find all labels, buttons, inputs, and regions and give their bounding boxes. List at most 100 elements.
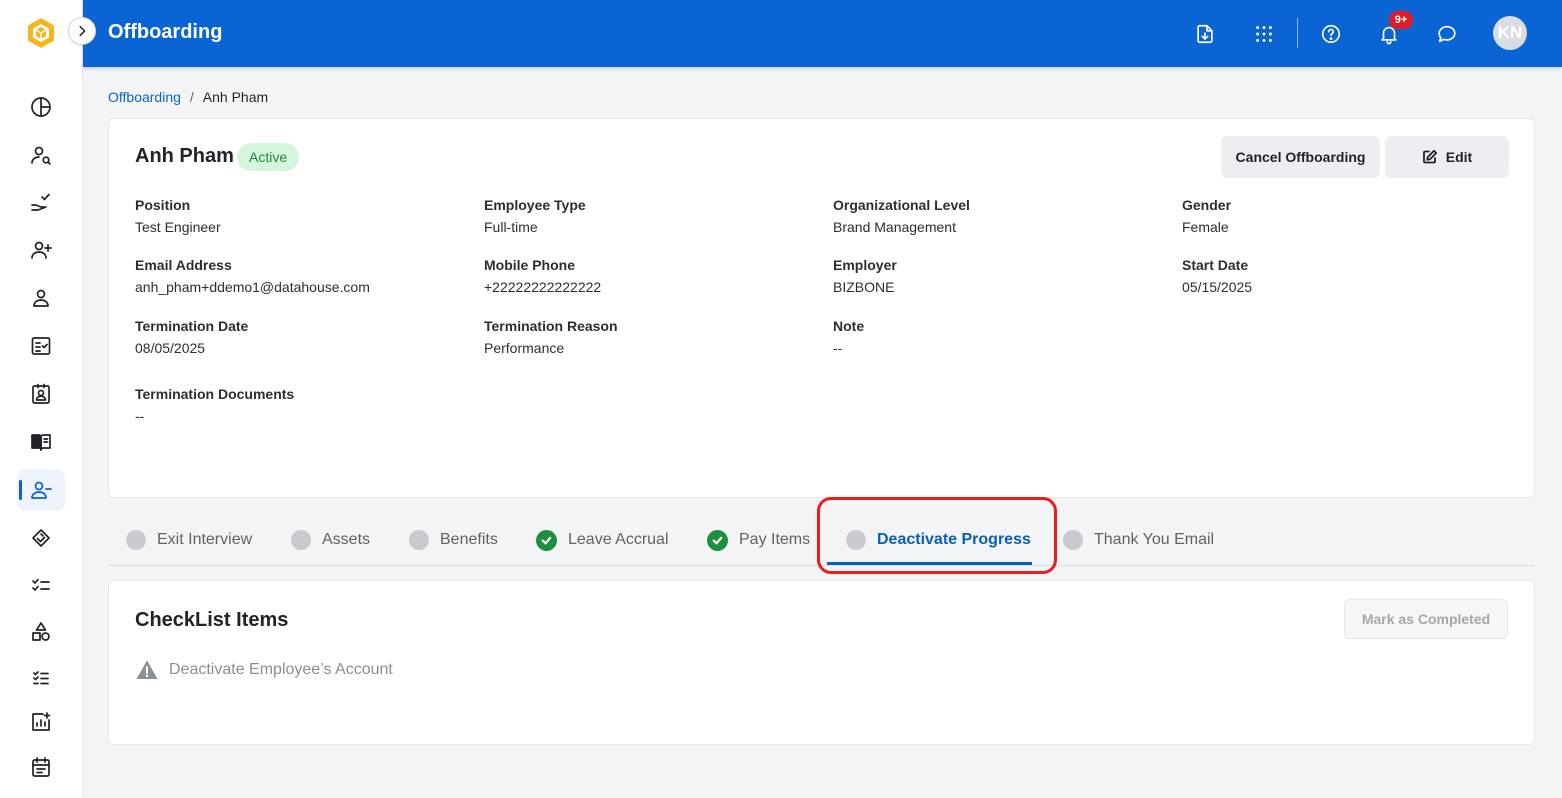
task-list-icon bbox=[33, 671, 49, 685]
field-label: Position bbox=[135, 197, 191, 213]
field-label: Employee Type bbox=[484, 197, 586, 213]
cancel-offboarding-button[interactable]: Cancel Offboarding bbox=[1221, 136, 1380, 178]
breadcrumb-link-offboarding[interactable]: Offboarding bbox=[108, 89, 181, 105]
tab-benefits[interactable]: Benefits bbox=[409, 525, 498, 555]
top-app-bar: Offboarding 9+ KN bbox=[83, 0, 1562, 67]
pending-status-icon bbox=[291, 530, 311, 550]
notification-count-badge: 9+ bbox=[1389, 11, 1413, 29]
tab-pay-items[interactable]: Pay Items bbox=[707, 525, 810, 555]
tab-label: Benefits bbox=[440, 531, 498, 548]
sidebar-item-onboarding[interactable] bbox=[17, 182, 65, 224]
field-organizational-level: Organizational Level Brand Management bbox=[833, 196, 1163, 236]
tab-exit-interview[interactable]: Exit Interview bbox=[126, 525, 252, 555]
id-badge-icon bbox=[32, 383, 50, 404]
pending-status-icon bbox=[409, 530, 429, 550]
sidebar-item-check-list[interactable] bbox=[17, 564, 65, 606]
field-value: Female bbox=[1182, 219, 1229, 235]
field-email-address: Email Address anh_pham+ddemo1@datahouse.… bbox=[135, 256, 465, 296]
employee-name: Anh Pham bbox=[135, 145, 234, 167]
app-logo-icon[interactable] bbox=[24, 16, 58, 50]
sidebar-item-partnership[interactable] bbox=[17, 517, 65, 559]
user-search-icon bbox=[31, 146, 51, 165]
tab-assets[interactable]: Assets bbox=[291, 525, 370, 555]
checklist-card: CheckList Items Mark as Completed Deacti… bbox=[108, 580, 1535, 745]
field-position: Position Test Engineer bbox=[135, 196, 465, 236]
field-value: 05/15/2025 bbox=[1182, 279, 1253, 295]
sidebar-item-user[interactable] bbox=[17, 277, 65, 319]
pending-status-icon bbox=[846, 530, 866, 550]
checklist-item: Deactivate Employee’s Account bbox=[135, 658, 393, 682]
sidebar-item-shapes[interactable] bbox=[17, 611, 65, 653]
edit-icon bbox=[1422, 149, 1437, 164]
field-termination-documents: Termination Documents -- bbox=[135, 385, 465, 425]
book-icon bbox=[31, 434, 51, 451]
pie-chart-icon bbox=[31, 97, 51, 117]
header-divider bbox=[1297, 18, 1298, 48]
sidebar-item-calendar[interactable] bbox=[17, 746, 65, 788]
edit-button-label: Edit bbox=[1445, 149, 1473, 165]
field-value: 08/05/2025 bbox=[135, 340, 206, 356]
export-document-button[interactable] bbox=[1189, 18, 1221, 50]
field-mobile-phone: Mobile Phone +22222222222222 bbox=[484, 256, 814, 296]
field-value: Brand Management bbox=[833, 219, 956, 235]
field-value: +22222222222222 bbox=[484, 279, 602, 295]
field-gender: Gender Female bbox=[1182, 196, 1512, 236]
tab-deactivate-progress[interactable]: Deactivate Progress bbox=[846, 525, 1031, 555]
sidebar-item-add-user[interactable] bbox=[17, 229, 65, 271]
field-label: Termination Date bbox=[135, 318, 249, 334]
status-badge: Active bbox=[237, 143, 300, 171]
checklist-item-label: Deactivate Employee’s Account bbox=[169, 661, 393, 678]
field-value: -- bbox=[135, 408, 145, 424]
field-note: Note -- bbox=[833, 317, 1163, 357]
user-avatar[interactable]: KN bbox=[1493, 16, 1527, 50]
document-download-icon bbox=[1197, 24, 1213, 44]
breadcrumb-current: Anh Pham bbox=[202, 89, 269, 105]
field-employee-type: Employee Type Full-time bbox=[484, 196, 814, 236]
sidebar-expand-button[interactable] bbox=[68, 17, 96, 45]
chat-button[interactable] bbox=[1431, 18, 1463, 50]
field-label: Organizational Level bbox=[833, 197, 970, 213]
field-label: Email Address bbox=[135, 257, 232, 273]
user-remove-icon bbox=[31, 481, 52, 499]
hand-check-icon bbox=[31, 193, 50, 211]
tab-label: Assets bbox=[322, 531, 371, 548]
active-tab-indicator bbox=[827, 562, 1032, 565]
field-value: BIZBONE bbox=[833, 279, 895, 295]
field-label: Termination Documents bbox=[135, 386, 295, 402]
apps-grid-icon bbox=[1256, 26, 1272, 42]
tab-label: Deactivate Progress bbox=[877, 531, 1031, 548]
field-termination-date: Termination Date 08/05/2025 bbox=[135, 317, 465, 357]
checklist-board-icon bbox=[31, 337, 51, 355]
sidebar-item-dashboard[interactable] bbox=[17, 86, 65, 128]
sidebar bbox=[0, 0, 83, 798]
tab-label: Exit Interview bbox=[157, 531, 253, 548]
sidebar-item-id-badge[interactable] bbox=[17, 373, 65, 415]
field-label: Gender bbox=[1182, 197, 1232, 213]
chevron-right-icon bbox=[79, 25, 86, 37]
handshake-icon bbox=[32, 529, 50, 547]
tab-thank-you-email[interactable]: Thank You Email bbox=[1063, 525, 1214, 555]
sidebar-item-task-list[interactable] bbox=[17, 657, 65, 699]
pending-status-icon bbox=[1063, 530, 1083, 550]
sidebar-item-handbook[interactable] bbox=[17, 421, 65, 463]
breadcrumb-separator: / bbox=[189, 89, 194, 105]
help-button[interactable] bbox=[1315, 18, 1347, 50]
sidebar-item-offboarding[interactable] bbox=[17, 469, 65, 511]
field-value: Test Engineer bbox=[135, 219, 221, 235]
field-start-date: Start Date 05/15/2025 bbox=[1182, 256, 1512, 296]
mark-as-completed-button[interactable]: Mark as Completed bbox=[1344, 599, 1508, 639]
pending-status-icon bbox=[126, 530, 146, 550]
employee-info-card: Anh Pham Active Cancel Offboarding Edit … bbox=[108, 118, 1535, 498]
sidebar-item-reports[interactable] bbox=[17, 701, 65, 743]
edit-button[interactable]: Edit bbox=[1385, 136, 1509, 178]
sidebar-item-checklist-board[interactable] bbox=[17, 325, 65, 367]
sidebar-item-user-search[interactable] bbox=[17, 134, 65, 176]
field-value: anh_pham+ddemo1@datahouse.com bbox=[135, 279, 370, 295]
page-title: Offboarding bbox=[108, 21, 223, 43]
tab-leave-accrual[interactable]: Leave Accrual bbox=[536, 525, 669, 555]
chart-add-icon bbox=[32, 712, 51, 731]
field-value: Performance bbox=[484, 340, 565, 356]
checklist-title: CheckList Items bbox=[135, 609, 289, 631]
shapes-icon bbox=[32, 622, 50, 641]
apps-menu-button[interactable] bbox=[1248, 18, 1280, 50]
